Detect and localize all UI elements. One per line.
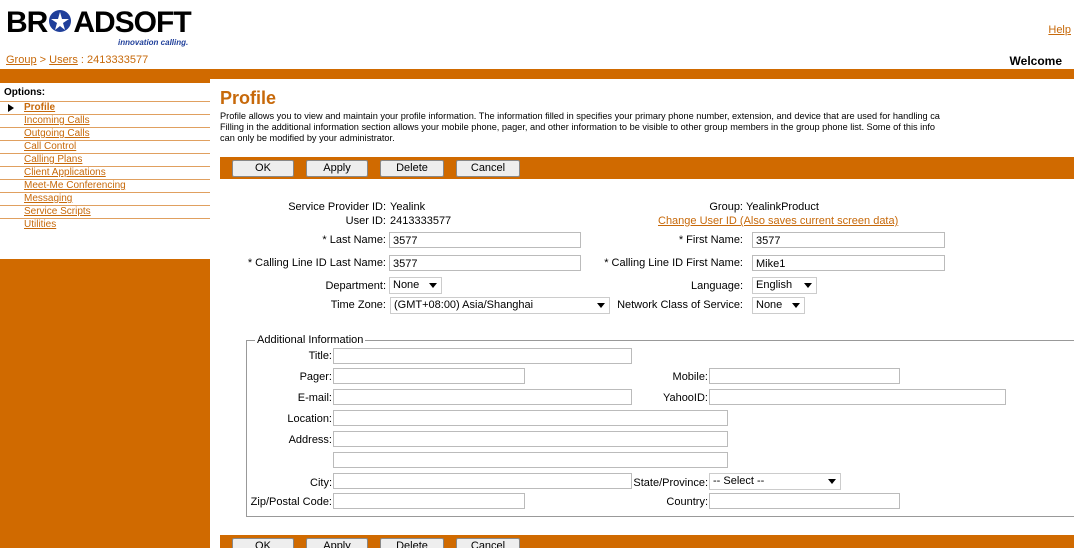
breadcrumb-user-id: : 2413333577 [77,54,149,66]
ncos-label: Network Class of Service: [617,299,743,311]
help-link[interactable]: Help [1048,24,1071,36]
sidebar-item-outgoing-calls[interactable]: Outgoing Calls [0,127,210,140]
yahoo-id-input[interactable] [709,389,1006,405]
breadcrumb-users[interactable]: Users [49,54,78,66]
mobile-label: Mobile: [672,371,708,383]
language-label: Language: [691,280,743,292]
description-line-1: Profile allows you to view and maintain … [220,111,940,121]
ok-button-bottom[interactable]: OK [232,538,294,548]
time-zone-label: Time Zone: [330,299,386,311]
address-label: Address: [288,434,332,446]
chevron-down-icon [792,303,800,308]
apply-button[interactable]: Apply [306,160,368,177]
description-line-2: Filling in the additional information se… [220,122,935,132]
cancel-button-bottom[interactable]: Cancel [456,538,520,548]
additional-info-legend: Additional Information [255,334,366,346]
cli-first-name-label: * Calling Line ID First Name: [604,257,743,269]
cli-first-name-input[interactable]: Mike1 [752,255,945,271]
location-label: Location: [287,413,332,425]
sidebar-item-client-applications[interactable]: Client Applications [0,166,210,179]
state-label: State/Province: [633,477,708,489]
first-name-label: * First Name: [678,234,743,246]
logo-tagline: innovation calling. [118,38,189,47]
sidebar-item-utilities[interactable]: Utilities [0,218,210,231]
address-line-2-input[interactable] [333,452,728,468]
service-provider-value: Yealink [390,201,426,213]
cli-last-name-input[interactable]: 3577 [389,255,581,271]
sidebar-item-service-scripts[interactable]: Service Scripts [0,205,210,218]
chevron-down-icon [597,303,605,308]
zip-label: Zip/Postal Code: [250,496,332,508]
user-id-value: 2413333577 [390,215,452,227]
department-select[interactable]: None [389,277,442,294]
sidebar-item-meet-me-conferencing[interactable]: Meet-Me Conferencing [0,179,210,192]
options-menu: Options: Profile Incoming Calls Outgoing… [0,83,210,259]
sidebar-item-profile[interactable]: Profile [0,101,210,114]
pager-input[interactable] [333,368,525,384]
city-input[interactable] [333,473,632,489]
page-description: Profile allows you to view and maintain … [220,111,1074,144]
city-label: City: [310,477,332,489]
options-heading: Options: [4,87,46,98]
ncos-select[interactable]: None [752,297,805,314]
breadcrumb-group[interactable]: Group [6,54,37,66]
state-select[interactable]: -- Select -- [709,473,841,490]
delete-button[interactable]: Delete [380,160,444,177]
ncos-selected: None [756,299,783,311]
service-provider-label: Service Provider ID: [288,201,386,213]
sidebar-item-incoming-calls[interactable]: Incoming Calls [0,114,210,127]
time-zone-select[interactable]: (GMT+08:00) Asia/Shanghai [390,297,610,314]
department-label: Department: [325,280,386,292]
state-selected: -- Select -- [713,475,765,487]
mobile-input[interactable] [709,368,900,384]
cancel-button[interactable]: Cancel [456,160,520,177]
group-label: Group: [709,201,743,213]
additional-info-fieldset [246,340,1074,517]
address-input[interactable] [333,431,728,447]
page-title: Profile [220,88,277,108]
first-name-input[interactable]: 3577 [752,232,945,248]
time-zone-selected: (GMT+08:00) Asia/Shanghai [394,299,534,311]
chevron-down-icon [828,479,836,484]
email-label: E-mail: [297,392,332,404]
country-label: Country: [666,496,708,508]
user-id-label: User ID: [345,215,386,227]
apply-button-bottom[interactable]: Apply [306,538,368,548]
pager-label: Pager: [299,371,332,383]
button-bar-bottom: OK Apply Delete Cancel [220,535,1074,548]
sidebar-item-calling-plans[interactable]: Calling Plans [0,153,210,166]
zip-input[interactable] [333,493,525,509]
country-input[interactable] [709,493,900,509]
header-bar [0,69,1074,79]
ok-button[interactable]: OK [232,160,294,177]
yahoo-id-label: YahooID: [662,392,708,404]
logo-star-icon [49,10,72,32]
breadcrumb: Group > Users : 2413333577 [6,54,148,66]
title-label: Title: [308,350,332,362]
description-line-3: can only be modified by your administrat… [220,133,395,143]
change-user-id-link[interactable]: Change User ID (Also saves current scree… [658,215,898,227]
location-input[interactable] [333,410,728,426]
welcome-text: Welcome [1009,54,1062,68]
title-input[interactable] [333,348,632,364]
breadcrumb-sep: > [36,54,50,66]
department-selected: None [393,279,420,291]
language-selected: English [756,279,793,291]
group-value: YealinkProduct [746,201,819,213]
chevron-down-icon [429,283,437,288]
broadsoft-logo: BR ADSOFT [6,6,192,39]
button-bar-top: OK Apply Delete Cancel [220,157,1074,179]
last-name-input[interactable]: 3577 [389,232,581,248]
chevron-down-icon [804,283,812,288]
language-select[interactable]: English [752,277,817,294]
sidebar-item-call-control[interactable]: Call Control [0,140,210,153]
delete-button-bottom[interactable]: Delete [380,538,444,548]
sidebar-item-messaging[interactable]: Messaging [0,192,210,205]
email-input[interactable] [333,389,632,405]
last-name-label: * Last Name: [322,234,386,246]
cli-last-name-label: * Calling Line ID Last Name: [247,257,386,269]
